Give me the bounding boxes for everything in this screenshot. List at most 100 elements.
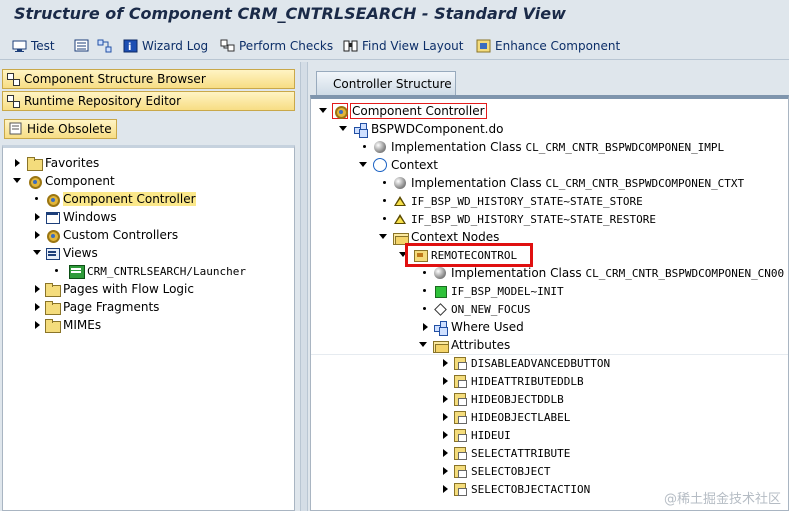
folder-open-icon [433, 338, 449, 353]
tree-item-label: IF_BSP_MODEL~INIT [451, 284, 564, 298]
expand-icon[interactable] [33, 321, 41, 329]
attribute-item[interactable]: DISABLEADVANCEDBUTTON [439, 354, 610, 372]
display-object-list-button[interactable] [74, 37, 93, 55]
tree-item-label: Implementation Class [451, 266, 582, 280]
tree-item-favorites[interactable]: Favorites [13, 154, 99, 172]
folder-open-icon [393, 230, 409, 245]
expand-icon[interactable] [441, 485, 449, 493]
collapse-icon[interactable] [13, 177, 21, 185]
perform-checks-button[interactable]: Perform Checks [220, 37, 333, 55]
tree-item-on-new-focus[interactable]: ON_NEW_FOCUS [419, 300, 530, 318]
controller-icon [45, 192, 60, 207]
folder-icon [27, 156, 43, 171]
tree-item-label: ON_NEW_FOCUS [451, 302, 531, 316]
attribute-label: HIDEOBJECTDDLB [471, 392, 564, 406]
expand-icon[interactable] [421, 323, 429, 331]
expand-icon[interactable] [441, 449, 449, 457]
test-button[interactable]: Test [12, 37, 55, 55]
hierarchy-button[interactable] [97, 37, 116, 55]
expand-icon[interactable] [33, 231, 41, 239]
tree-item-implementation-class[interactable]: Implementation Class CL_CRM_CNTR_BSPWDCO… [359, 138, 724, 156]
bullet-icon [361, 143, 369, 151]
attribute-item[interactable]: HIDEATTRIBUTEDDLB [439, 372, 584, 390]
enhance-component-label: Enhance Component [495, 39, 621, 53]
where-used-icon [433, 320, 447, 334]
bullet-icon [33, 195, 41, 203]
bullet-icon [421, 305, 429, 313]
tree-item-label: Implementation Class [391, 140, 522, 154]
tree-item-pages-with-flow-logic[interactable]: Pages with Flow Logic [31, 280, 194, 298]
structure-icon [6, 94, 20, 108]
tree-item-component-controller[interactable]: Component Controller [319, 102, 487, 120]
structure-icon [6, 72, 20, 86]
attribute-label: HIDEUI [471, 428, 511, 442]
window-icon [45, 210, 60, 224]
context-icon [373, 158, 387, 172]
tree-item-node-implementation-class[interactable]: Implementation Class CL_CRM_CNTR_BSPWDCO… [419, 264, 784, 282]
tree-item-history-store[interactable]: IF_BSP_WD_HISTORY_STATE~STATE_STORE [379, 192, 643, 210]
attribute-item[interactable]: SELECTOBJECTACTION [439, 480, 590, 498]
tree-item-history-restore[interactable]: IF_BSP_WD_HISTORY_STATE~STATE_RESTORE [379, 210, 656, 228]
class-icon [393, 176, 407, 190]
attribute-item[interactable]: HIDEOBJECTDDLB [439, 390, 564, 408]
collapse-icon[interactable] [379, 233, 387, 241]
tree-item-windows[interactable]: Windows [31, 208, 117, 226]
expand-icon[interactable] [441, 467, 449, 475]
wizard-log-button[interactable]: i Wizard Log [123, 37, 208, 55]
tree-item-context[interactable]: Context [359, 156, 438, 174]
tree-item-value: CL_CRM_CNTR_BSPWDCOMPONEN_CTXT [545, 176, 745, 190]
tree-item-component[interactable]: Component [13, 172, 115, 190]
tree-item-where-used[interactable]: Where Used [419, 318, 524, 336]
tree-item-bsp-component[interactable]: BSPWDComponent.do [339, 120, 503, 138]
collapse-icon[interactable] [419, 341, 427, 349]
test-label: Test [31, 39, 55, 53]
attribute-item[interactable]: HIDEUI [439, 426, 511, 444]
folder-icon [45, 318, 61, 333]
tree-item-mimes[interactable]: MIMEs [31, 316, 101, 334]
pane-splitter[interactable] [300, 62, 308, 511]
tree-item-label: IF_BSP_WD_HISTORY_STATE~STATE_STORE [411, 194, 643, 208]
attribute-icon [453, 410, 467, 424]
component-structure-browser-button[interactable]: Component Structure Browser [2, 69, 295, 89]
tree-item-context-implementation-class[interactable]: Implementation Class CL_CRM_CNTR_BSPWDCO… [379, 174, 744, 192]
attribute-item[interactable]: SELECTOBJECT [439, 462, 550, 480]
enhance-component-button[interactable]: Enhance Component [476, 37, 620, 55]
attribute-icon [453, 446, 467, 460]
tree-item-launcher[interactable]: CRM_CNTRLSEARCH/Launcher [51, 262, 246, 280]
tree-item-custom-controllers[interactable]: Custom Controllers [31, 226, 178, 244]
runtime-repository-editor-button[interactable]: Runtime Repository Editor [2, 91, 295, 111]
tree-item-label: Where Used [451, 320, 524, 334]
find-view-layout-button[interactable]: Find View Layout [343, 37, 463, 55]
tree-item-page-fragments[interactable]: Page Fragments [31, 298, 159, 316]
collapse-icon[interactable] [319, 107, 327, 115]
page-title: Structure of Component CRM_CNTRLSEARCH -… [14, 4, 566, 23]
list-icon [74, 39, 90, 53]
tree-item-label: Views [63, 246, 98, 260]
expand-icon[interactable] [441, 413, 449, 421]
attribute-item[interactable]: SELECTATTRIBUTE [439, 444, 570, 462]
tree-item-attributes[interactable]: Attributes [419, 336, 510, 354]
hierarchy-icon [97, 39, 113, 53]
component-flow-icon [353, 122, 367, 136]
hide-obsolete-button[interactable]: Hide Obsolete [4, 119, 117, 139]
collapse-icon[interactable] [339, 125, 347, 133]
views-icon [45, 246, 60, 260]
expand-icon[interactable] [13, 159, 21, 167]
tab-controller-structure[interactable]: Controller Structure [316, 71, 456, 95]
tree-item-views[interactable]: Views [31, 244, 98, 262]
collapse-icon[interactable] [359, 161, 367, 169]
expand-icon[interactable] [441, 395, 449, 403]
expand-icon[interactable] [33, 285, 41, 293]
expand-icon[interactable] [33, 303, 41, 311]
expand-icon[interactable] [441, 377, 449, 385]
tree-item-model-init[interactable]: IF_BSP_MODEL~INIT [419, 282, 564, 300]
collapse-icon[interactable] [33, 249, 41, 257]
expand-icon[interactable] [441, 359, 449, 367]
info-icon: i [123, 39, 139, 53]
attribute-item[interactable]: HIDEOBJECTLABEL [439, 408, 570, 426]
tree-item-label: Windows [63, 210, 117, 224]
tree-item-label: BSPWDComponent.do [371, 122, 504, 136]
expand-icon[interactable] [441, 431, 449, 439]
tree-item-component-controller[interactable]: Component Controller [31, 190, 196, 208]
expand-icon[interactable] [33, 213, 41, 221]
